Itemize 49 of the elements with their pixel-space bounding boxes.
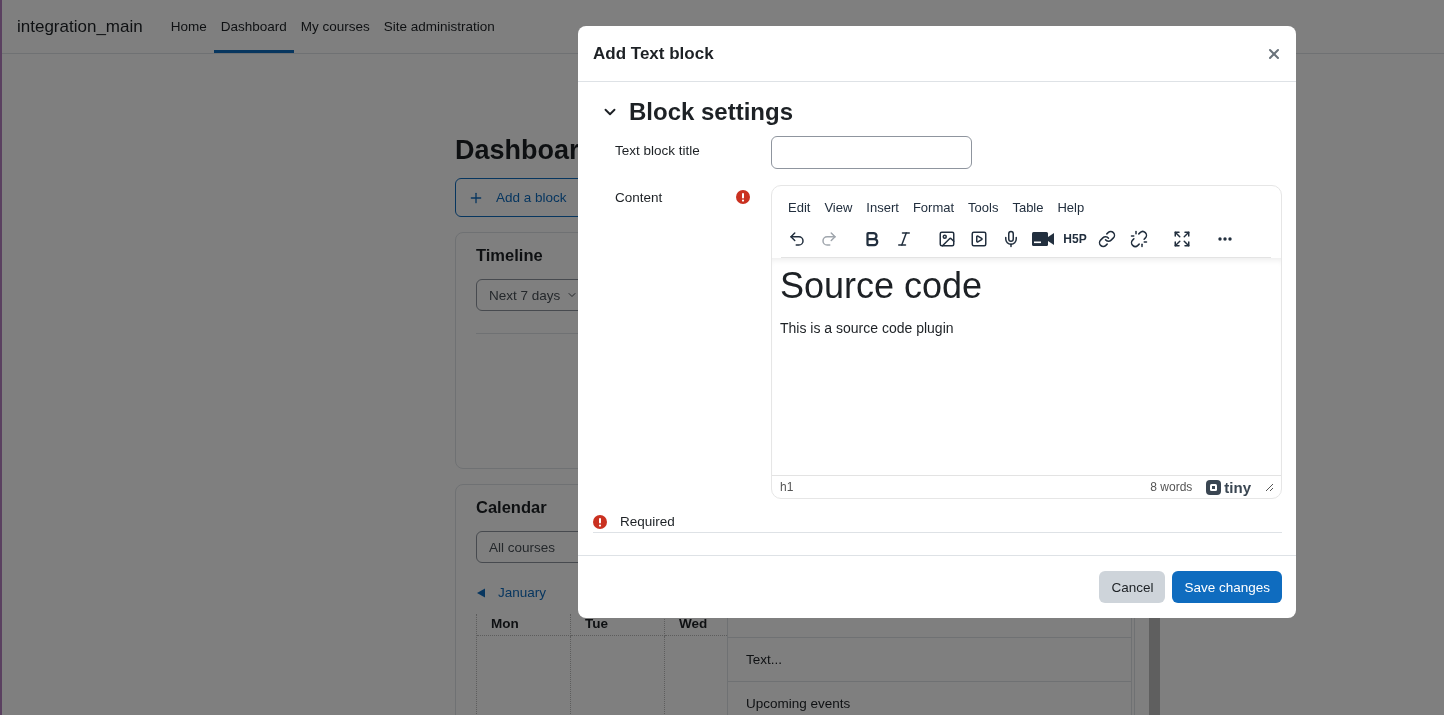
card-title: Timeline: [476, 247, 544, 263]
play-icon: [970, 229, 988, 248]
menu-button[interactable]: Table: [1005, 199, 1051, 215]
more-icon: [1218, 236, 1232, 241]
error-icon: [593, 514, 607, 529]
nav-link[interactable]: My courses: [293, 0, 377, 53]
logo-icon: [1206, 479, 1222, 495]
nav-link[interactable]: Dashboard: [213, 0, 294, 53]
menu-button[interactable]: Insert: [859, 199, 906, 215]
undo-icon: [788, 229, 806, 248]
required-note: Required: [620, 514, 675, 529]
link-icon: [1098, 229, 1116, 248]
menu-button[interactable]: View: [817, 199, 860, 215]
menu-button[interactable]: Format: [905, 199, 962, 215]
redo-icon: [820, 229, 838, 248]
content-heading: Source code: [780, 264, 984, 308]
image-icon: [938, 229, 956, 248]
menu-button[interactable]: Tools: [961, 199, 1006, 215]
bold-icon: [863, 229, 881, 248]
video-camera-icon: [1032, 231, 1054, 246]
input-field[interactable]: [771, 136, 972, 169]
h5p-button[interactable]: H5P: [1059, 223, 1091, 254]
microphone-icon: [1002, 229, 1020, 248]
nav-link[interactable]: Home: [163, 0, 214, 53]
cancel-button[interactable]: Cancel: [1099, 571, 1166, 603]
page-heading: Dashboar: [455, 134, 580, 166]
weekday-header: Mon: [477, 614, 571, 636]
section-title: Block settings: [629, 98, 794, 126]
field-label: Content: [615, 190, 663, 205]
menu-button[interactable]: Edit: [781, 199, 818, 215]
modal-title: Add Text block: [593, 43, 714, 64]
save-button[interactable]: Save changes: [1172, 571, 1282, 603]
content-paragraph: This is a source code plugin: [780, 320, 955, 336]
brand-logo-text[interactable]: tiny: [1224, 478, 1251, 496]
nav-link[interactable]: Site administration: [376, 0, 502, 53]
field-label: Text block title: [615, 143, 700, 158]
expand-icon: [1173, 229, 1191, 248]
site-name[interactable]: integration_main: [17, 16, 143, 37]
previous-icon[interactable]: [476, 587, 486, 598]
italic-icon: [895, 229, 913, 248]
broken-link-icon: [1130, 229, 1148, 248]
menu-item[interactable]: Text...: [728, 637, 1131, 681]
element-path[interactable]: h1: [780, 480, 794, 494]
card-title: Calendar: [476, 499, 548, 515]
menu-button[interactable]: Help: [1050, 199, 1092, 215]
menu-item[interactable]: Upcoming events: [728, 681, 1131, 715]
editor-content[interactable]: Source code This is a source code plugin: [772, 258, 1281, 475]
resize-handle[interactable]: [1265, 483, 1273, 491]
word-count[interactable]: 8 words: [1150, 480, 1193, 494]
